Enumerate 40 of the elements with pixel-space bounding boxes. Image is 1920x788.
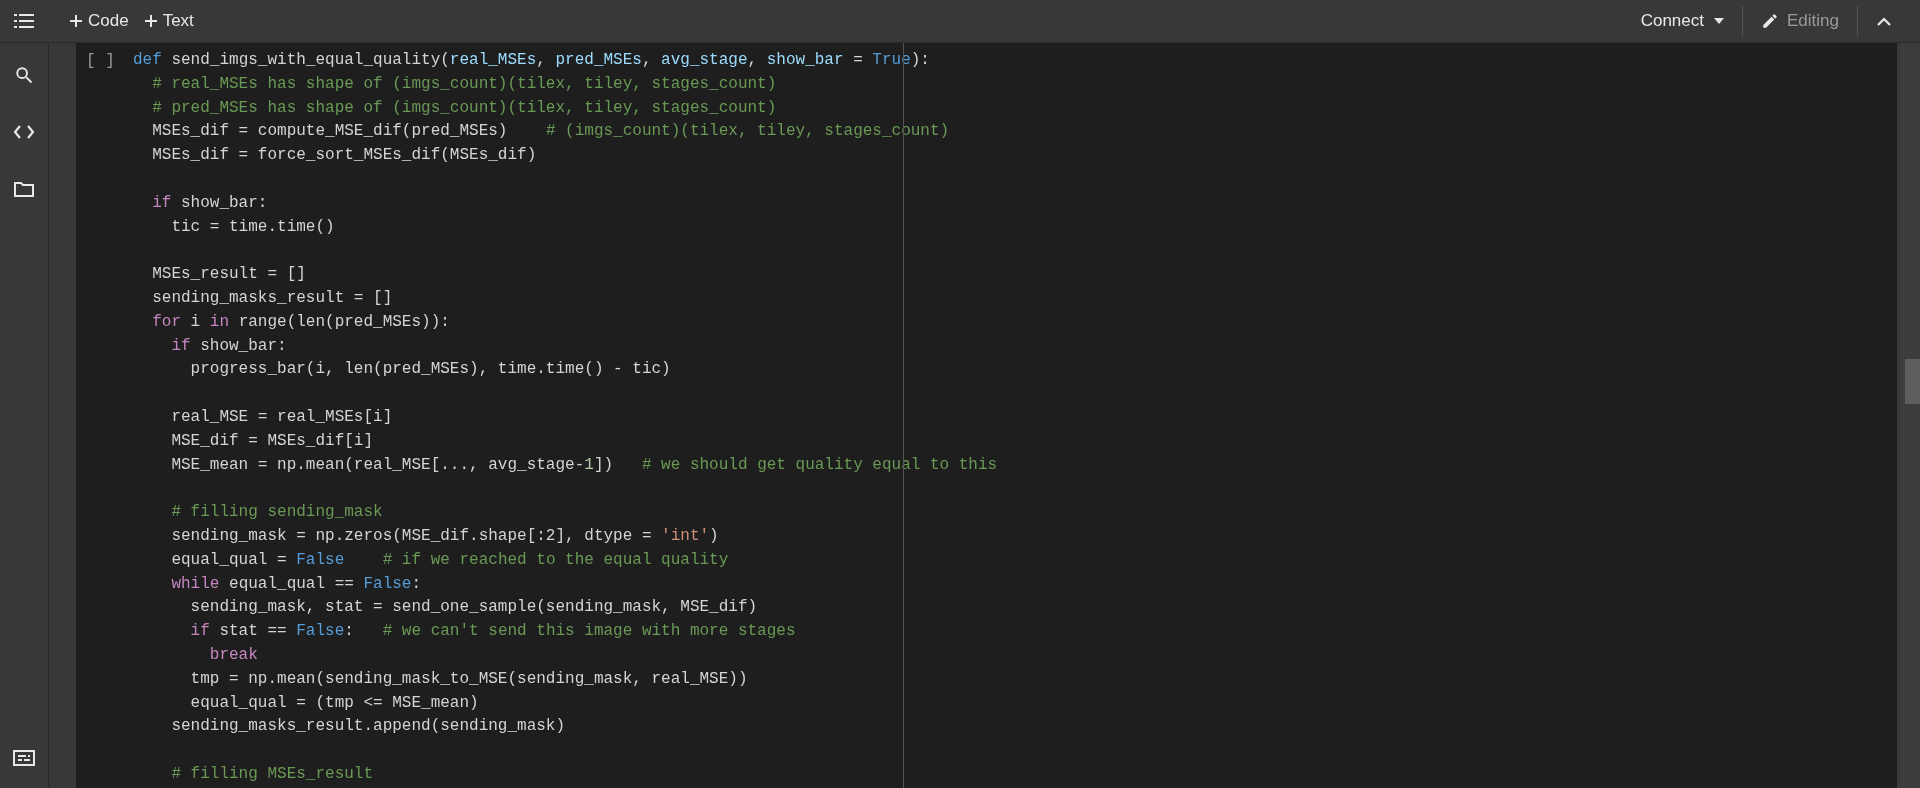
code-line: sending_mask, stat = send_one_sample(sending_mask, MSE_dif) bbox=[189, 597, 758, 619]
plus-icon bbox=[70, 15, 82, 27]
pencil-icon bbox=[1761, 12, 1779, 30]
list-icon bbox=[14, 13, 34, 29]
insert-cell-button[interactable]: Code bbox=[68, 5, 131, 37]
code-line: sending_masks_result.append(sending_mask) bbox=[170, 716, 566, 738]
code-line: tic = time.time() bbox=[170, 216, 335, 238]
caret-icon bbox=[1714, 18, 1724, 24]
chevron-up-icon bbox=[1877, 16, 1891, 26]
search-icon bbox=[15, 66, 33, 84]
code-line: MSE_mean = np.mean(real_MSE[..., avg_stage-1]) # we should get quality equal to this bbox=[170, 454, 998, 476]
code-line: # filling MSEs_result bbox=[170, 763, 374, 785]
code-line: sending_mask = np.zeros(MSE_dif.shape[:2], dtype = 'int') bbox=[170, 525, 719, 547]
code-line: if show_bar: bbox=[170, 335, 287, 357]
terminal-icon bbox=[13, 750, 35, 766]
code-line: for i in range(len(pred_MSEs)): bbox=[151, 311, 450, 333]
code-line: # pred_MSEs has shape of (imgs_count)(tilex, tiley, stages_count) bbox=[151, 97, 777, 119]
code-line: MSE_dif = MSEs_dif[i] bbox=[170, 430, 374, 452]
scrollbar-thumb[interactable] bbox=[1905, 359, 1920, 404]
code-line: if stat == False: # we can't send this image with more stages bbox=[189, 621, 796, 643]
code-line: while equal_qual == False: bbox=[170, 573, 422, 595]
code-line: real_MSE = real_MSEs[i] bbox=[170, 406, 393, 428]
code-icon bbox=[14, 125, 34, 139]
code-line: # real_MSEs has shape of (imgs_count)(tilex, tiley, stages_count) bbox=[151, 73, 777, 95]
code-line: equal_qual = (tmp <= MSE_mean) bbox=[189, 692, 479, 714]
code-line: # filling sending_mask bbox=[170, 502, 383, 524]
code-line: MSEs_dif = force_sort_MSEs_dif(MSEs_dif) bbox=[151, 145, 537, 167]
connect-button[interactable]: Connect bbox=[1628, 5, 1736, 37]
code-line: progress_bar(i, len(pred_MSEs), time.time() - tic) bbox=[189, 359, 671, 381]
code-line: if show_bar: bbox=[151, 192, 268, 214]
plus-icon bbox=[144, 15, 157, 27]
code-line: break bbox=[208, 644, 258, 666]
code-line: MSEs_result = [] bbox=[151, 264, 306, 286]
folder-icon bbox=[14, 181, 34, 197]
code-line: MSEs_dif = compute_MSE_dif(pred_MSEs) # (imgs_count)(tilex, tiley, stages_count) bbox=[151, 121, 950, 143]
code-line: equal_qual = False # if we reached to the equal quality bbox=[170, 549, 729, 571]
run-cell-button[interactable]: [ ] bbox=[86, 49, 122, 73]
code-line: tmp = np.mean(sending_mask_to_MSE(sending_mask, real_MSE)) bbox=[189, 668, 748, 690]
code-line: sending_masks_result = [] bbox=[151, 287, 393, 309]
insert-cell-button[interactable]: Text bbox=[142, 5, 196, 37]
